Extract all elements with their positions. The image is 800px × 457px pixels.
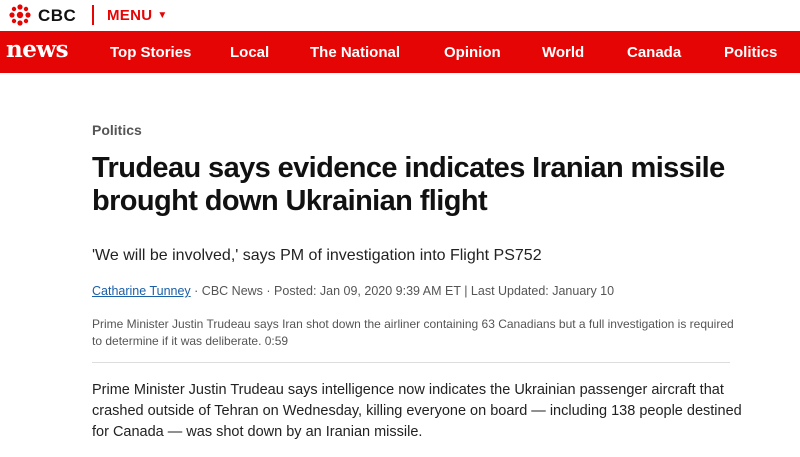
nav-item-top-stories[interactable]: Top Stories xyxy=(110,44,191,61)
video-caption: Prime Minister Justin Trudeau says Iran … xyxy=(92,317,734,348)
nav-item-world[interactable]: World xyxy=(542,44,584,61)
article-lead-paragraph: Prime Minister Justin Trudeau says intel… xyxy=(92,382,742,440)
nav-item-local[interactable]: Local xyxy=(230,44,269,61)
chevron-down-icon: ▼ xyxy=(157,10,168,21)
byline: Catharine Tunney · CBC News · Posted: Ja… xyxy=(92,284,614,298)
article-deck: 'We will be involved,' says PM of invest… xyxy=(92,247,542,264)
news-nav-bar: news Top Stories Local The National Opin… xyxy=(0,31,800,73)
divider xyxy=(92,362,730,363)
top-bar: CBC MENU ▼ xyxy=(0,0,800,31)
nav-item-politics[interactable]: Politics xyxy=(724,44,777,61)
menu-label: MENU xyxy=(107,7,153,24)
section-label[interactable]: Politics xyxy=(92,122,142,138)
nav-item-canada[interactable]: Canada xyxy=(627,44,681,61)
cbc-gem-logo-icon[interactable] xyxy=(8,4,32,26)
menu-button[interactable]: MENU ▼ xyxy=(107,7,168,24)
news-logo[interactable]: news xyxy=(6,36,69,63)
nav-item-the-national[interactable]: The National xyxy=(310,44,400,61)
header-divider xyxy=(92,5,94,25)
nav-item-opinion[interactable]: Opinion xyxy=(444,44,501,61)
article-headline: Trudeau says evidence indicates Iranian … xyxy=(92,152,725,217)
author-link[interactable]: Catharine Tunney xyxy=(92,284,191,298)
byline-meta: · CBC News · Posted: Jan 09, 2020 9:39 A… xyxy=(194,284,615,298)
cbc-brand-text[interactable]: CBC xyxy=(38,6,76,26)
